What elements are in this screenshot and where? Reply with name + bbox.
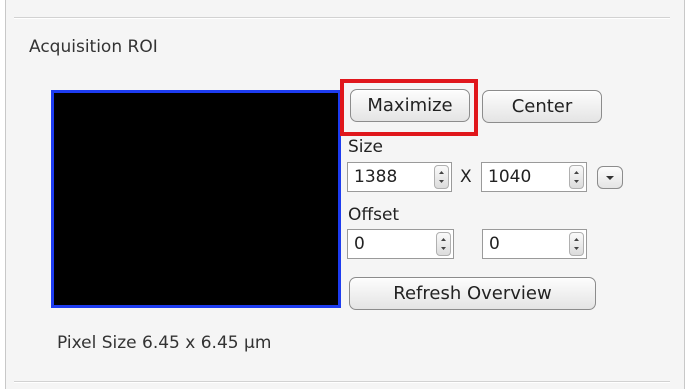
spin-up-icon xyxy=(574,238,579,241)
offset-label: Offset xyxy=(348,205,400,225)
size-height-input[interactable]: 1040 xyxy=(481,162,587,192)
spin-down-icon xyxy=(574,247,579,250)
size-height-value: 1040 xyxy=(488,167,532,187)
roi-preview[interactable] xyxy=(51,90,341,308)
offset-y-value: 0 xyxy=(489,234,500,254)
offset-y-spinner[interactable] xyxy=(569,232,584,256)
center-button[interactable]: Center xyxy=(482,90,602,123)
offset-x-spinner[interactable] xyxy=(436,232,451,256)
size-height-spinner[interactable] xyxy=(569,165,584,189)
offset-y-input[interactable]: 0 xyxy=(482,229,587,259)
maximize-highlight xyxy=(340,79,478,136)
offset-x-value: 0 xyxy=(354,234,365,254)
section-title: Acquisition ROI xyxy=(29,37,158,57)
size-width-value: 1388 xyxy=(354,167,398,187)
spin-up-icon xyxy=(574,171,579,174)
bottom-divider xyxy=(14,381,670,383)
size-width-input[interactable]: 1388 xyxy=(347,162,452,192)
size-label: Size xyxy=(348,137,383,157)
spin-down-icon xyxy=(574,180,579,183)
acquisition-roi-panel: Acquisition ROI Maximize Center Size 138… xyxy=(5,0,685,389)
spin-down-icon xyxy=(441,247,446,250)
size-preset-dropdown[interactable] xyxy=(597,166,623,189)
spin-up-icon xyxy=(441,238,446,241)
refresh-overview-button[interactable]: Refresh Overview xyxy=(349,277,596,310)
chevron-down-icon xyxy=(606,176,614,180)
size-separator: X xyxy=(460,167,472,187)
spin-down-icon xyxy=(439,180,444,183)
pixel-size-readout: Pixel Size 6.45 x 6.45 µm xyxy=(57,333,272,353)
offset-x-input[interactable]: 0 xyxy=(347,229,454,259)
top-divider xyxy=(14,17,670,19)
size-width-spinner[interactable] xyxy=(434,165,449,189)
spin-up-icon xyxy=(439,171,444,174)
